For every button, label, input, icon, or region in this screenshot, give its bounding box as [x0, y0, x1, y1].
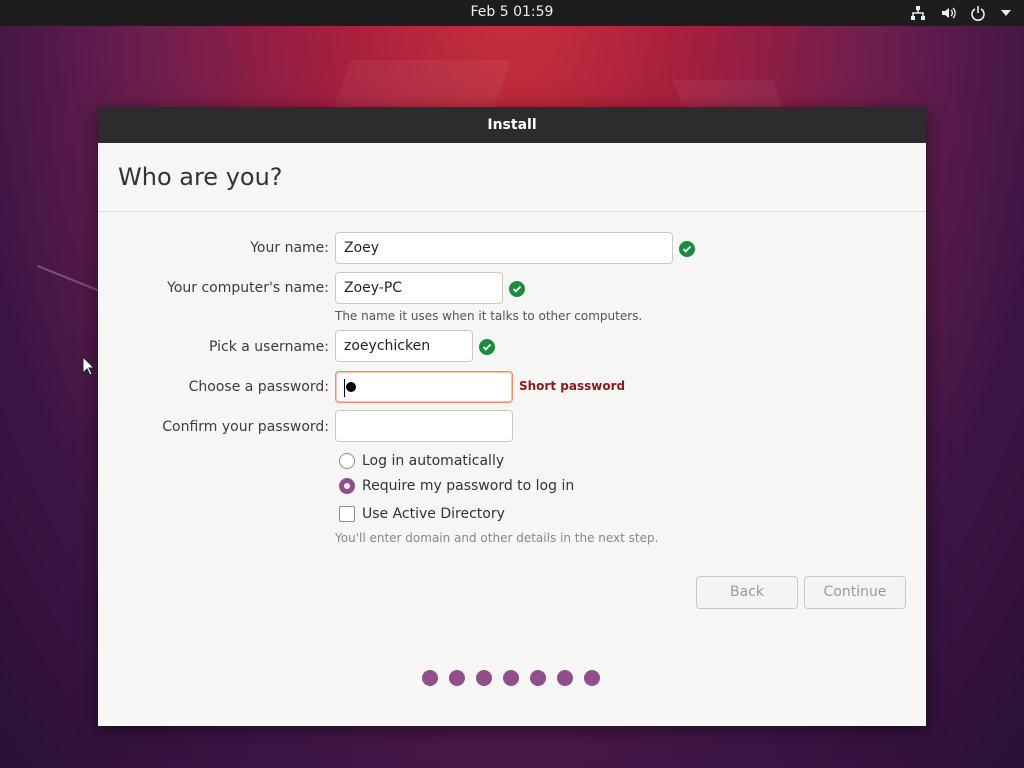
password-strength-label: Short password [519, 379, 626, 393]
volume-icon[interactable] [940, 5, 956, 21]
progress-dot [449, 670, 465, 686]
progress-dot [422, 670, 438, 686]
password-input[interactable] [335, 371, 513, 403]
username-label: Pick a username: [208, 339, 329, 355]
mouse-pointer-icon [82, 355, 96, 380]
system-tray[interactable] [910, 3, 1012, 23]
page-header: Who are you? [98, 143, 926, 212]
username-valid-icon [479, 339, 495, 355]
page-title: Who are you? [118, 163, 283, 191]
clock[interactable]: Feb 5 01:59 [0, 4, 1024, 20]
text-caret [344, 379, 345, 397]
window-title: Install [98, 107, 926, 143]
computer-name-valid-icon [509, 281, 525, 297]
top-bar: Feb 5 01:59 [0, 0, 1024, 26]
continue-button[interactable]: Continue [804, 576, 906, 609]
login-automatically-label: Log in automatically [362, 453, 505, 469]
require-password-option[interactable]: Require my password to log in [339, 478, 574, 494]
computer-name-label: Your computer's name: [167, 280, 329, 296]
wallpaper-line [37, 264, 103, 294]
network-icon[interactable] [910, 5, 926, 21]
progress-dot [584, 670, 600, 686]
checkbox[interactable] [339, 506, 355, 522]
active-directory-option[interactable]: Use Active Directory [339, 506, 505, 522]
confirm-password-input[interactable] [335, 410, 513, 442]
active-directory-hint: You'll enter domain and other details in… [335, 531, 659, 545]
progress-dot [476, 670, 492, 686]
name-valid-icon [679, 241, 695, 257]
radio-button[interactable] [339, 453, 355, 469]
name-input[interactable] [335, 232, 673, 264]
progress-dot [530, 670, 546, 686]
username-input[interactable] [335, 330, 473, 362]
power-icon[interactable] [970, 5, 986, 21]
active-directory-label: Use Active Directory [362, 506, 505, 522]
password-dot [346, 382, 356, 392]
progress-dots [422, 670, 600, 686]
radio-button-selected[interactable] [339, 478, 355, 494]
installer-window: Install Who are you? Your name: Your com… [98, 107, 926, 726]
name-label: Your name: [250, 240, 329, 256]
require-password-label: Require my password to log in [362, 478, 575, 494]
computer-name-input[interactable] [335, 272, 503, 304]
back-button[interactable]: Back [696, 576, 798, 609]
progress-dot [503, 670, 519, 686]
login-automatically-option[interactable]: Log in automatically [339, 453, 504, 469]
progress-dot [557, 670, 573, 686]
computer-name-hint: The name it uses when it talks to other … [335, 309, 643, 323]
password-label: Choose a password: [188, 379, 329, 395]
confirm-password-label: Confirm your password: [162, 419, 329, 435]
chevron-down-icon[interactable] [1000, 7, 1012, 19]
